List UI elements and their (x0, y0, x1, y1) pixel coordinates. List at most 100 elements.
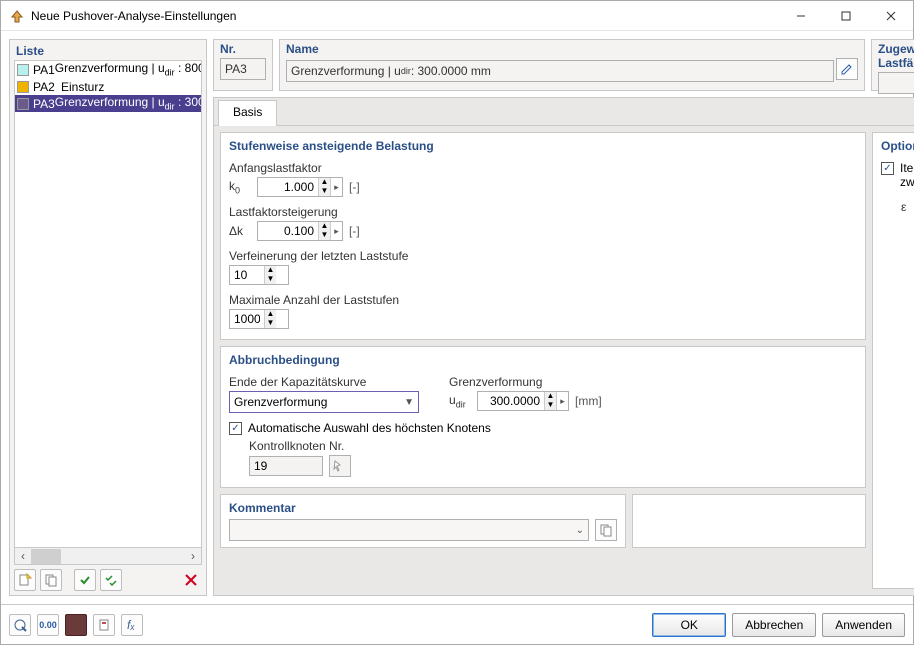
list-box[interactable]: PA1Grenzverformung | udir : 800.0PA2Eins… (14, 60, 202, 548)
side-column: Optionen ✓ Iteratives Verfahren, falls D… (872, 132, 914, 589)
u-spinner[interactable]: ▲▼ ▸ (477, 391, 569, 411)
scroll-track[interactable] (31, 549, 185, 564)
list-h-scrollbar[interactable]: ‹ › (14, 548, 202, 565)
close-button[interactable] (868, 1, 913, 31)
units-icon[interactable]: 0.00 (37, 614, 59, 636)
name-box: Name Grenzverformung | udir : 300.0000 m… (279, 39, 865, 91)
iterative-label: Iteratives Verfahren, falls Differenzzwi… (900, 161, 914, 191)
assign-label: Zugewiesen an Lastfälle/Kombinationen (878, 42, 914, 70)
k0-down[interactable]: ▼ (318, 187, 330, 196)
list-title: Liste (10, 40, 206, 60)
list-item-label: Einsturz (61, 80, 104, 94)
k0-input[interactable] (258, 178, 318, 196)
list-item[interactable]: PA1Grenzverformung | udir : 800.0 (15, 61, 201, 78)
help-icon[interactable] (9, 614, 31, 636)
list-item-label: Grenzverformung | udir : 300.0 (55, 95, 202, 111)
assign-box: Zugewiesen an Lastfälle/Kombinationen (871, 39, 914, 91)
iterative-checkbox[interactable]: ✓ (881, 162, 894, 175)
k0-spinner[interactable]: ▲▼ ▸ (257, 177, 343, 197)
color-swatch (17, 81, 29, 93)
eps-symbol: ε (901, 200, 914, 214)
main-column: Stufenweise ansteigende Belastung Anfang… (220, 132, 866, 589)
list-panel: Liste PA1Grenzverformung | udir : 800.0P… (9, 39, 207, 596)
assign-field[interactable] (879, 73, 914, 93)
color-swatch (17, 64, 29, 76)
end-select-value: Grenzverformung (234, 395, 327, 409)
max-input[interactable] (230, 310, 264, 328)
dialog-footer: 0.00 fₓ OK Abbrechen Anwenden (1, 604, 913, 644)
titlebar: Neue Pushover-Analyse-Einstellungen (1, 1, 913, 31)
new-icon[interactable] (14, 569, 36, 591)
node-label: Kontrollknoten Nr. (249, 439, 857, 453)
minimize-button[interactable] (778, 1, 823, 31)
pick-node-icon[interactable] (329, 455, 351, 477)
u-input[interactable] (478, 392, 544, 410)
cancel-button[interactable]: Abbrechen (732, 613, 816, 637)
nr-input[interactable] (220, 58, 266, 80)
copy-icon[interactable] (40, 569, 62, 591)
max-label: Maximale Anzahl der Laststufen (229, 293, 857, 307)
app-icon (9, 8, 25, 24)
refine-input[interactable] (230, 266, 264, 284)
chevron-down-icon: ⌄ (576, 525, 584, 536)
end-select[interactable]: Grenzverformung ▼ (229, 391, 419, 413)
comment-library-icon[interactable] (595, 519, 617, 541)
check-group-icon[interactable] (100, 569, 122, 591)
k0-step[interactable]: ▸ (330, 178, 342, 196)
dk-input[interactable] (258, 222, 318, 240)
apply-button[interactable]: Anwenden (822, 613, 905, 637)
name-label: Name (286, 42, 858, 56)
chevron-down-icon: ▼ (404, 397, 414, 408)
maximize-button[interactable] (823, 1, 868, 31)
comment-group: Kommentar ⌄ (220, 494, 626, 548)
dk-down[interactable]: ▼ (318, 231, 330, 240)
svg-text:fₓ: fₓ (127, 618, 135, 632)
u-down[interactable]: ▼ (544, 401, 556, 410)
dk-symbol: Δk (229, 224, 251, 238)
dialog-window: Neue Pushover-Analyse-Einstellungen List… (0, 0, 914, 645)
initial-factor-label: Anfangslastfaktor (229, 161, 857, 175)
header-row: Nr. Name Grenzverformung | udir : 300.00… (213, 39, 914, 91)
ok-button[interactable]: OK (652, 613, 726, 637)
dk-spinner[interactable]: ▲▼ ▸ (257, 221, 343, 241)
auto-label: Automatische Auswahl des höchsten Knoten… (248, 421, 491, 435)
auto-checkbox[interactable]: ✓ (229, 422, 242, 435)
u-step[interactable]: ▸ (556, 392, 568, 410)
scroll-left-arrow[interactable]: ‹ (15, 549, 31, 563)
loading-group: Stufenweise ansteigende Belastung Anfang… (220, 132, 866, 340)
nr-box: Nr. (213, 39, 273, 91)
scroll-right-arrow[interactable]: › (185, 549, 201, 563)
edit-name-icon[interactable] (836, 58, 858, 80)
comment-title: Kommentar (229, 501, 617, 515)
scroll-thumb[interactable] (31, 549, 61, 564)
right-pane: Nr. Name Grenzverformung | udir : 300.00… (213, 39, 914, 596)
tab-strip: Basis (214, 98, 914, 126)
stop-title: Abbruchbedingung (229, 353, 857, 367)
comment-combo[interactable]: ⌄ (229, 519, 589, 541)
color-swatch (17, 98, 29, 110)
k0-unit: [-] (349, 180, 360, 194)
dk-step[interactable]: ▸ (330, 222, 342, 240)
check-single-icon[interactable] (74, 569, 96, 591)
dialog-body: Liste PA1Grenzverformung | udir : 800.0P… (1, 31, 913, 604)
refine-down[interactable]: ▼ (264, 275, 276, 284)
empty-side-group (632, 494, 866, 548)
max-down[interactable]: ▼ (264, 319, 276, 328)
list-toolbar (10, 565, 206, 595)
max-spinner[interactable]: ▲▼ (229, 309, 289, 329)
refine-label: Verfeinerung der letzten Laststufe (229, 249, 857, 263)
end-label: Ende der Kapazitätskurve (229, 375, 419, 389)
list-item[interactable]: PA3Grenzverformung | udir : 300.0 (15, 95, 201, 112)
refine-spinner[interactable]: ▲▼ (229, 265, 289, 285)
delete-icon[interactable] (180, 569, 202, 591)
tab-basis[interactable]: Basis (218, 100, 277, 126)
function-icon[interactable]: fₓ (121, 614, 143, 636)
list-item-pa: PA1 (33, 63, 55, 77)
info-icon[interactable] (93, 614, 115, 636)
stop-group: Abbruchbedingung Ende der Kapazitätskurv… (220, 346, 866, 488)
list-item-pa: PA2 (33, 80, 61, 94)
list-item-label: Grenzverformung | udir : 800.0 (55, 61, 202, 77)
color-swatch-icon[interactable] (65, 614, 87, 636)
list-item[interactable]: PA2Einsturz (15, 78, 201, 95)
name-input[interactable]: Grenzverformung | udir : 300.0000 mm (286, 60, 834, 82)
